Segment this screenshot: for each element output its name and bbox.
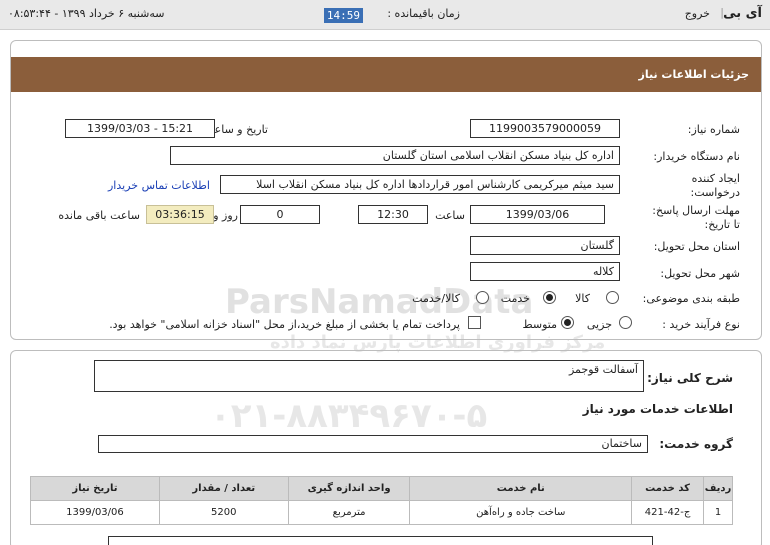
days-label: روز و bbox=[213, 209, 238, 222]
logout-link[interactable]: خروج bbox=[685, 7, 710, 20]
deadline-label: مهلت ارسال پاسخ: bbox=[652, 204, 740, 217]
hour-label: ساعت bbox=[435, 209, 465, 222]
brand-label: آی بی bbox=[723, 6, 762, 21]
top-bar: آی بی | خروج زمان باقیمانده : 14:59 سه‌ش… bbox=[0, 0, 770, 30]
services-table: ردیف کد خدمت نام خدمت واحد اندازه گیری ت… bbox=[30, 476, 733, 525]
cell-service-name: ساخت جاده و راه‌آهن bbox=[409, 500, 633, 525]
cell-service-code: ج-42-421 bbox=[631, 500, 705, 525]
category-radio-goods-service[interactable] bbox=[476, 291, 489, 304]
deadline-date-field: 1399/03/06 bbox=[470, 205, 605, 224]
cell-quantity: 5200 bbox=[158, 500, 289, 525]
category-option-service: خدمت bbox=[500, 292, 530, 305]
province-field: گلستان bbox=[470, 236, 620, 255]
city-label: شهر محل تحویل: bbox=[660, 267, 740, 280]
service-group-label: گروه خدمت: bbox=[659, 437, 733, 451]
summary-label: شرح کلی نیاز: bbox=[647, 371, 733, 385]
cell-need-date: 1399/03/06 bbox=[30, 500, 160, 525]
process-option-minor: جزیی bbox=[586, 318, 612, 331]
need-number-field: 1199003579000059 bbox=[470, 119, 620, 138]
cell-unit: مترمربع bbox=[287, 500, 411, 525]
remaining-time-field: 03:36:15 bbox=[146, 205, 214, 224]
description-field bbox=[108, 536, 653, 545]
category-option-goods: کالا bbox=[575, 292, 590, 305]
creator-label: ایجاد کننده bbox=[691, 172, 740, 185]
separator: | bbox=[720, 6, 724, 19]
city-field: کلاله bbox=[470, 262, 620, 281]
remaining-time-label: زمان باقیمانده : bbox=[387, 7, 460, 20]
province-label: استان محل تحویل: bbox=[653, 240, 740, 253]
need-number-label: شماره نیاز: bbox=[687, 123, 740, 136]
process-option-medium: متوسط bbox=[522, 318, 557, 331]
process-type-label: نوع فرآیند خرید : bbox=[662, 318, 740, 331]
treasury-payment-note: پرداخت تمام یا بخشی از مبلغ خرید،از محل … bbox=[109, 318, 460, 331]
creator-label-2: درخواست: bbox=[690, 186, 740, 199]
days-field: 0 bbox=[240, 205, 320, 224]
deadline-label-2: تا تاریخ: bbox=[704, 218, 740, 231]
buyer-label: نام دستگاه خریدار: bbox=[653, 150, 740, 163]
category-radio-goods[interactable] bbox=[606, 291, 619, 304]
category-radio-service[interactable] bbox=[543, 291, 556, 304]
table-header-row: ردیف کد خدمت نام خدمت واحد اندازه گیری ت… bbox=[30, 476, 733, 501]
process-radio-minor[interactable] bbox=[619, 316, 632, 329]
col-header-service-code: کد خدمت bbox=[631, 476, 705, 501]
col-header-service-name: نام خدمت bbox=[409, 476, 633, 501]
process-radio-medium[interactable] bbox=[561, 316, 574, 329]
service-group-field: ساختمان bbox=[98, 435, 648, 453]
category-label: طبقه بندی موضوعی: bbox=[642, 292, 740, 305]
col-header-row-number: ردیف bbox=[703, 476, 733, 501]
col-header-need-date: تاریخ نیاز bbox=[30, 476, 160, 501]
summary-field: آسفالت قوجمز bbox=[94, 360, 644, 392]
buyer-contact-link[interactable]: اطلاعات تماس خریدار bbox=[108, 179, 210, 192]
deadline-time-field: 12:30 bbox=[358, 205, 428, 224]
cell-row-number: 1 bbox=[703, 500, 733, 525]
remaining-hours-label: ساعت باقی مانده bbox=[58, 209, 140, 222]
category-option-goods-service: کالا/خدمت bbox=[412, 292, 460, 305]
buyer-field: اداره کل بنیاد مسکن انقلاب اسلامی استان … bbox=[170, 146, 620, 165]
announce-datetime-field: 1399/03/03 - 15:21 bbox=[65, 119, 215, 138]
services-section-title: اطلاعات خدمات مورد نیاز bbox=[582, 402, 733, 416]
panel-header: جزئیات اطلاعات نیاز bbox=[11, 57, 761, 92]
current-datetime: سه‌شنبه ۶ خرداد ۱۳۹۹ - ۰۸:۵۳:۴۴ bbox=[8, 7, 165, 20]
session-timer: 14:59 bbox=[323, 8, 363, 23]
col-header-unit: واحد اندازه گیری bbox=[287, 476, 411, 501]
creator-field: سید میثم میرکریمی کارشناس امور قراردادها… bbox=[220, 175, 620, 194]
table-row: 1 ج-42-421 ساخت جاده و راه‌آهن مترمربع 5… bbox=[30, 500, 733, 525]
col-header-quantity: تعداد / مقدار bbox=[158, 476, 289, 501]
treasury-payment-checkbox[interactable] bbox=[468, 316, 481, 329]
